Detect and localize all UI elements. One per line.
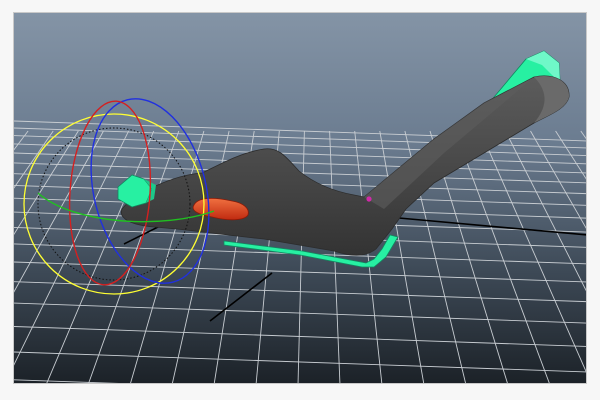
- viewport-canvas[interactable]: [14, 13, 587, 384]
- image-frame: [0, 0, 600, 400]
- grid-line: [14, 152, 586, 174]
- grid-line: [14, 302, 586, 324]
- grid-line: [14, 143, 586, 165]
- pivot-marker[interactable]: [366, 196, 372, 202]
- grid-line: [14, 130, 54, 189]
- grid-line: [46, 130, 155, 383]
- mesh-object[interactable]: [120, 75, 570, 256]
- grid-line: [14, 326, 586, 347]
- 3d-viewport[interactable]: [13, 12, 587, 384]
- grid-line: [14, 379, 119, 383]
- grid-line: [297, 130, 305, 383]
- grid-line: [88, 130, 180, 383]
- grid-line: [14, 130, 29, 151]
- grid-line: [14, 130, 79, 236]
